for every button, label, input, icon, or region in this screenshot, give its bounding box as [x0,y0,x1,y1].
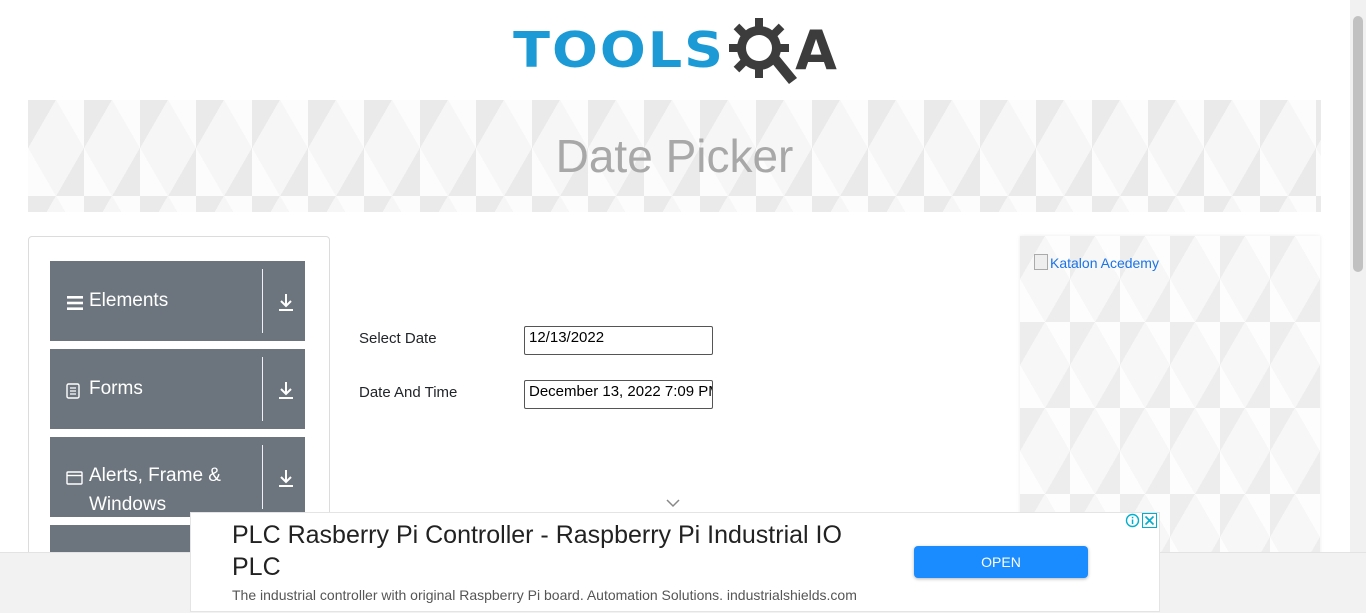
ad-image-alt-text: Katalon Acedemy [1050,255,1159,271]
sidebar-group-forms[interactable]: Forms [50,349,305,429]
logo-text-qa-a: A [795,18,837,82]
document-icon [66,383,80,399]
broken-image-icon [1034,254,1048,270]
download-icon [279,382,293,399]
toolsqa-logo[interactable]: TOOLS A QA [513,14,837,86]
select-date-label: Select Date [359,330,437,347]
gear-magnifier-icon [729,18,798,84]
ad-open-button[interactable]: OPEN [914,546,1088,578]
ad-banner-bottom[interactable]: PLC Rasberry Pi Controller - Raspberry P… [190,512,1160,612]
date-time-input[interactable]: December 13, 2022 7:09 PM [524,380,713,409]
divider [262,445,263,509]
sidebar-group-label: Forms [89,378,143,399]
date-time-label: Date And Time [359,384,458,401]
page-title: Date Picker [555,130,794,182]
divider [262,269,263,333]
page-banner: Date Picker [28,100,1321,212]
sidebar-group-alerts-frame-windows[interactable]: Alerts, Frame & Windows [50,437,305,517]
close-icon[interactable] [1142,513,1157,528]
ad-choices[interactable] [1125,513,1157,528]
scrollbar-thumb[interactable] [1353,16,1363,272]
sidebar-group-label: Alerts, Frame & Windows [89,465,221,515]
ad-description: The industrial controller with original … [232,587,857,603]
hamburger-icon [67,296,83,310]
divider [262,357,263,421]
vertical-scrollbar[interactable] [1350,0,1366,552]
sidebar-group-elements[interactable]: Elements [50,261,305,341]
download-icon [279,294,293,311]
download-icon [279,470,293,487]
ad-image-link[interactable]: Katalon Acedemy [1034,254,1159,271]
header: TOOLS A QA [0,0,1350,100]
select-date-input[interactable]: 12/13/2022 [524,326,713,355]
ad-headline[interactable]: PLC Rasberry Pi Controller - Raspberry P… [232,519,882,583]
sidebar-group-label: Elements [89,290,169,311]
info-icon[interactable] [1125,513,1140,528]
logo-text-tools: TOOLS [513,21,726,79]
chevron-down-icon[interactable] [666,498,680,508]
window-icon [66,471,83,485]
